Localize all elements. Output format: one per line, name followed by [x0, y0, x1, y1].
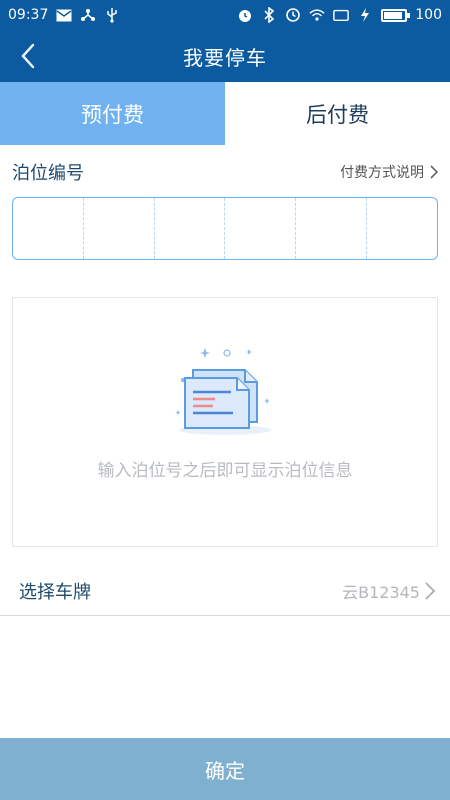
clock-icon: [285, 7, 301, 23]
confirm-button[interactable]: 确定: [0, 738, 450, 800]
status-time: 09:37: [8, 7, 49, 23]
code-cell[interactable]: [225, 198, 297, 259]
page-title: 我要停车: [183, 45, 267, 70]
status-right: 100: [237, 7, 442, 23]
alarm-clock-icon: [237, 7, 253, 23]
payment-note-link[interactable]: 付费方式说明: [340, 162, 438, 182]
status-left: 09:37: [8, 7, 120, 23]
nav-bar: 我要停车: [0, 30, 450, 82]
code-cell[interactable]: [296, 198, 368, 259]
plate-value: 云B12345: [342, 582, 420, 602]
back-arrow-icon: [21, 43, 35, 69]
tab-prepay[interactable]: 预付费: [0, 82, 225, 145]
code-cell[interactable]: [84, 198, 155, 259]
plate-value-wrap: 云B12345: [342, 579, 436, 603]
select-plate-row[interactable]: 选择车牌 云B12345: [0, 566, 450, 616]
code-cell[interactable]: [155, 198, 226, 259]
charging-icon: [357, 7, 373, 23]
code-cell[interactable]: [367, 198, 437, 259]
screen-icon: [333, 7, 350, 23]
code-cell[interactable]: [13, 198, 84, 259]
chevron-right-icon: [425, 581, 436, 600]
berth-label: 泊位编号: [12, 163, 84, 184]
wifi-icon: [309, 7, 325, 23]
bluetooth-icon: [261, 7, 277, 23]
berth-row: 泊位编号 付费方式说明: [0, 150, 450, 194]
battery-icon: [381, 8, 411, 22]
share-icon: [80, 7, 96, 23]
plate-label: 选择车牌: [19, 581, 91, 603]
payment-tabs: 预付费 后付费: [0, 82, 450, 145]
berth-info-card: 输入泊位号之后即可显示泊位信息: [12, 297, 438, 547]
chevron-right-icon: [430, 165, 438, 179]
back-button[interactable]: [10, 38, 46, 74]
payment-note-label: 付费方式说明: [340, 165, 424, 181]
mail-icon: [56, 7, 72, 23]
tab-postpay[interactable]: 后付费: [225, 82, 450, 145]
battery-level: 100: [415, 7, 442, 23]
empty-state-message: 输入泊位号之后即可显示泊位信息: [97, 461, 353, 481]
berth-code-input[interactable]: [12, 197, 438, 260]
empty-documents-icon: [175, 348, 271, 435]
status-bar: 09:37 100: [0, 0, 450, 30]
usb-icon: [104, 7, 120, 23]
